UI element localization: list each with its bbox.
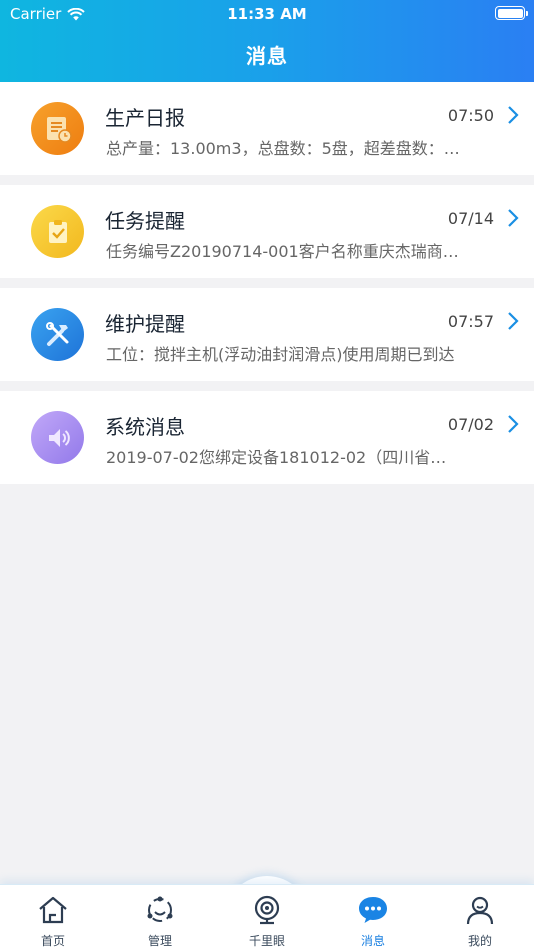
message-item-maintenance-reminder[interactable]: 维护提醒 07:57 工位：搅拌主机(浮动油封润滑点)使用周期已到达 (0, 288, 534, 381)
chevron-right-icon (508, 415, 519, 433)
battery-icon (495, 6, 528, 20)
home-icon (39, 896, 67, 924)
message-title: 系统消息 (105, 415, 185, 439)
chat-icon (359, 897, 387, 923)
tab-profile[interactable]: 我的 (427, 885, 533, 950)
user-icon (466, 896, 494, 925)
tab-messages[interactable]: 消息 (320, 885, 426, 950)
message-list: 生产日报 07:50 总产量：13.00m3，总盘数：5盘，超差盘数：0盘 任务… (0, 82, 534, 494)
message-item-system[interactable]: 系统消息 07/02 2019-07-02您绑定设备181012-02（四川省成… (0, 391, 534, 484)
clipboard-check-icon (31, 205, 84, 258)
camera-icon (254, 895, 280, 925)
tab-camera[interactable]: 千里眼 (214, 885, 320, 950)
speaker-icon (31, 411, 84, 464)
tab-label: 我的 (467, 934, 492, 948)
message-desc: 总产量：13.00m3，总盘数：5盘，超差盘数：0盘 (106, 139, 461, 158)
message-item-task-reminder[interactable]: 任务提醒 07/14 任务编号Z20190714-001客户名称重庆杰瑞商砼有限… (0, 185, 534, 278)
tab-label: 管理 (147, 934, 172, 948)
tab-home[interactable]: 首页 (0, 885, 106, 950)
tab-manage[interactable]: 管理 (107, 885, 213, 950)
message-item-daily-report[interactable]: 生产日报 07:50 总产量：13.00m3，总盘数：5盘，超差盘数：0盘 (0, 82, 534, 175)
chevron-right-icon (508, 209, 519, 227)
message-time: 07/14 (447, 209, 494, 228)
status-time: 11:33 AM (227, 5, 307, 23)
header: Carrier 11:33 AM 消息 (0, 0, 534, 82)
chevron-right-icon (508, 106, 519, 124)
message-desc: 任务编号Z20190714-001客户名称重庆杰瑞商砼有限公司 (106, 242, 461, 261)
message-title: 生产日报 (105, 106, 185, 130)
message-time: 07/02 (447, 415, 494, 434)
page-title: 消息 (246, 44, 288, 68)
message-desc: 2019-07-02您绑定设备181012-02（四川省成都市） (106, 448, 461, 467)
tab-label: 首页 (40, 934, 65, 948)
message-title: 维护提醒 (105, 312, 185, 336)
tab-label: 消息 (360, 934, 385, 948)
message-time: 07:57 (447, 312, 494, 331)
tab-label: 千里眼 (248, 934, 285, 948)
status-bar: Carrier 11:33 AM (0, 0, 534, 28)
manage-icon (147, 896, 173, 922)
message-title: 任务提醒 (105, 209, 185, 233)
tab-bar: 首页 管理 千里眼 消息 我的 (0, 884, 534, 950)
message-desc: 工位：搅拌主机(浮动油封润滑点)使用周期已到达 (106, 345, 455, 364)
tools-icon (31, 308, 84, 361)
chevron-right-icon (508, 312, 519, 330)
report-icon (31, 102, 84, 155)
message-time: 07:50 (447, 106, 494, 125)
